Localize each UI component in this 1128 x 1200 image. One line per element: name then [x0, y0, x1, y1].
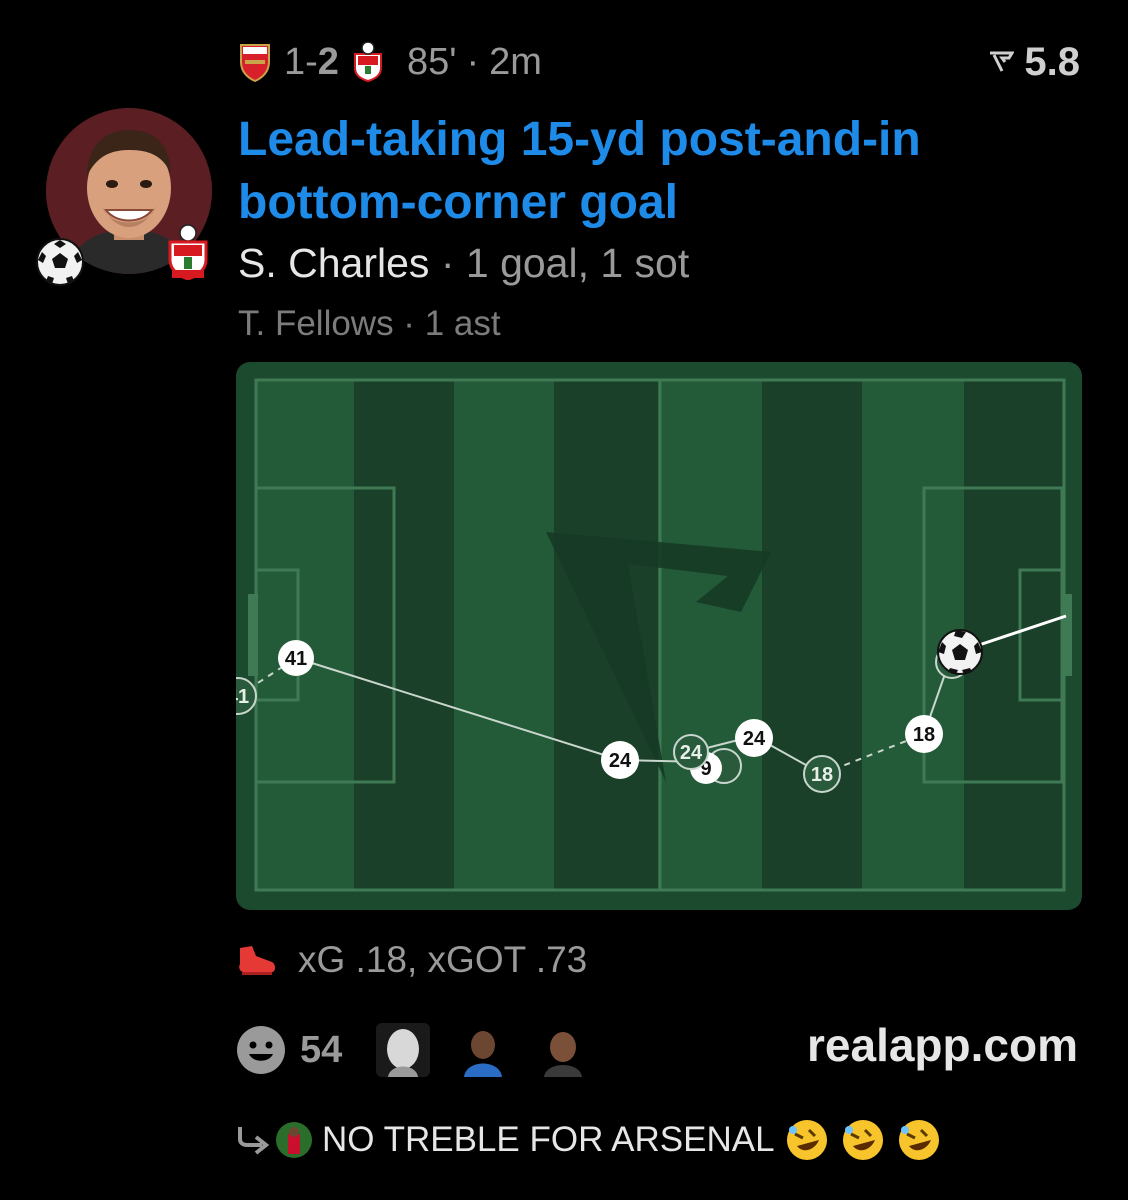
reply-arrow-icon [238, 1127, 270, 1155]
reaction-smiley-icon[interactable] [236, 1025, 286, 1075]
reply-line[interactable]: NO TREBLE FOR ARSENAL [236, 1112, 943, 1168]
scorer-stats: · 1 goal, 1 sot [440, 240, 690, 286]
southampton-crest-icon [353, 42, 382, 82]
reaction-count[interactable]: 54 [300, 1029, 342, 1072]
marker-label: 18 [811, 764, 833, 786]
marker-label: 24 [609, 750, 632, 772]
pitch-graphic: 414124924241818 [236, 362, 1082, 910]
rating: 5.8 [988, 38, 1080, 86]
pitch-stripe [762, 380, 862, 890]
match-minute: 85' [406, 40, 457, 83]
reactor-avatar[interactable] [536, 1023, 591, 1077]
separator-dot: · [466, 40, 480, 83]
xg-text: xG .18, xGOT .73 [298, 939, 588, 980]
rofl-emoji [898, 1120, 939, 1160]
pitch-stripe [256, 380, 354, 890]
pitch-stripe [354, 380, 454, 890]
rofl-emoji [842, 1120, 883, 1160]
left-goal [248, 594, 258, 676]
shot-stats: xG .18, xGOT .73 [236, 936, 587, 984]
post-title[interactable]: Lead-taking 15-yd post-and-in bottom-cor… [238, 108, 1058, 234]
rating-value: 5.8 [1024, 39, 1080, 84]
pitch-stripe [658, 380, 762, 890]
reactor-avatar[interactable] [456, 1023, 511, 1077]
marker-label: 24 [680, 742, 703, 764]
right-goal [1062, 594, 1072, 676]
pitch-stripe [454, 380, 554, 890]
rating-logo-icon [990, 51, 1015, 72]
marker-label: 41 [285, 648, 307, 670]
southampton-badge-icon [168, 224, 208, 280]
reactor-avatar[interactable] [376, 1023, 431, 1077]
assist-line[interactable]: T. Fellows · 1 ast [238, 304, 501, 344]
reply-avatar[interactable] [276, 1122, 312, 1158]
arsenal-crest-icon [240, 44, 270, 82]
scorer-line[interactable]: S. Charles · 1 goal, 1 sot [238, 240, 689, 287]
reactions-row[interactable]: 54 [236, 1022, 616, 1078]
scorer-name[interactable]: S. Charles [238, 240, 429, 286]
score: 1-2 [284, 40, 339, 83]
site-link[interactable]: realapp.com [807, 1018, 1078, 1072]
match-header[interactable]: 1-2 85' · 2m [238, 38, 542, 86]
marker-label: 24 [743, 728, 766, 750]
marker-label: 41 [236, 686, 249, 708]
marker-label: 18 [913, 724, 935, 746]
soccer-ball-icon [36, 238, 84, 286]
boot-icon [239, 946, 275, 975]
rofl-emoji [786, 1120, 827, 1160]
time-ago: 2m [489, 40, 542, 83]
reply-text: NO TREBLE FOR ARSENAL [322, 1120, 775, 1159]
